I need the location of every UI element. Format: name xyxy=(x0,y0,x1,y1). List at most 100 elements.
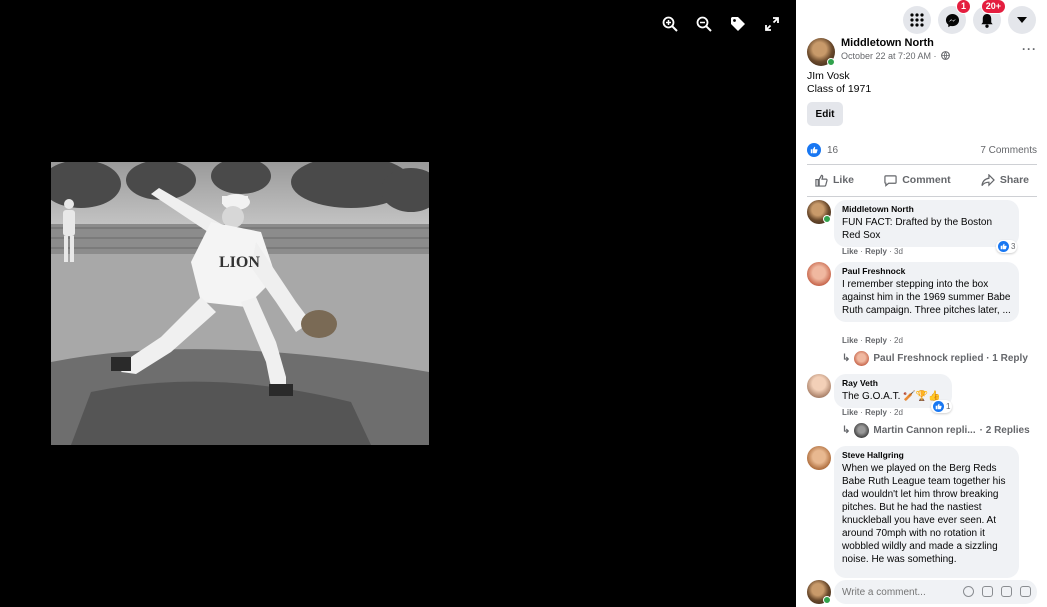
comment-like-link[interactable]: Like xyxy=(842,336,858,345)
comment-author[interactable]: Middletown North xyxy=(842,204,1011,214)
reaction-count: 1 xyxy=(946,402,951,411)
avatar xyxy=(854,351,870,366)
top-bar: 1 20+ xyxy=(796,0,1047,40)
divider xyxy=(807,196,1037,197)
messenger-icon xyxy=(945,13,959,27)
comment-reactions[interactable]: 1 xyxy=(931,400,953,413)
share-button[interactable]: Share xyxy=(973,170,1037,191)
comment-item: Steve Hallgring When we played on the Be… xyxy=(807,446,1037,578)
fullscreen-icon[interactable] xyxy=(762,14,782,34)
comment-author[interactable]: Steve Hallgring xyxy=(842,450,1011,460)
composer-icons xyxy=(963,586,1031,597)
replies-count: · 2 Replies xyxy=(979,425,1030,436)
comment-button[interactable]: Comment xyxy=(876,170,958,191)
photo-viewer: LION xyxy=(0,0,796,607)
like-reaction-icon xyxy=(933,401,944,412)
comment-reply-link[interactable]: Reply xyxy=(865,247,887,256)
comment-author[interactable]: Paul Freshnock xyxy=(842,266,1011,276)
comment-label: Comment xyxy=(902,174,951,186)
svg-text:LION: LION xyxy=(219,254,260,271)
sticker-icon[interactable] xyxy=(1020,586,1031,597)
avatar[interactable] xyxy=(807,374,831,398)
zoom-in-icon[interactable] xyxy=(660,14,680,34)
globe-icon xyxy=(941,51,950,60)
online-indicator xyxy=(823,596,831,604)
comment-time[interactable]: 3d xyxy=(894,247,903,256)
comment-bubble: Paul Freshnock I remember stepping into … xyxy=(834,262,1019,322)
replies-text: Paul Freshnock replied · 1 Reply xyxy=(873,353,1028,364)
comment-item: Middletown North FUN FACT: Drafted by th… xyxy=(807,200,1037,260)
comment-composer xyxy=(807,579,1037,605)
comment-meta: Like · Reply · 2d xyxy=(842,336,903,345)
comment-icon xyxy=(884,174,897,187)
notifications-badge: 20+ xyxy=(980,0,1006,14)
online-indicator xyxy=(827,58,835,66)
post-header: Middletown North October 22 at 7:20 AM ·… xyxy=(807,36,1037,66)
comment-text: FUN FACT: Drafted by the Boston Red Sox xyxy=(842,217,993,241)
comment-text: When we played on the Berg Reds Babe Rut… xyxy=(842,463,1006,565)
pitcher-photo-illustration: LION xyxy=(51,162,429,445)
viewer-toolbar xyxy=(660,14,782,34)
comment-reactions[interactable]: 3 xyxy=(996,240,1018,253)
post-stats: 16 7 Comments xyxy=(807,143,1037,159)
avatar[interactable] xyxy=(807,446,831,470)
bell-icon xyxy=(981,13,993,28)
page-name[interactable]: Middletown North xyxy=(841,37,934,49)
divider xyxy=(807,164,1037,165)
reply-arrow-icon: ↳ xyxy=(842,425,851,436)
like-button[interactable]: Like xyxy=(807,170,862,191)
reaction-count: 3 xyxy=(1011,242,1016,251)
comment-like-link[interactable]: Like xyxy=(842,247,858,256)
messenger-badge: 1 xyxy=(955,0,971,14)
comment-bubble: Steve Hallgring When we played on the Be… xyxy=(834,446,1019,578)
avatar xyxy=(854,423,870,438)
menu-button[interactable] xyxy=(903,6,931,34)
comment-like-link[interactable]: Like xyxy=(842,408,858,417)
account-menu-button[interactable] xyxy=(1008,6,1036,34)
post-photo[interactable]: LION xyxy=(51,162,429,445)
caret-down-icon xyxy=(1017,17,1027,23)
tag-icon[interactable] xyxy=(728,14,748,34)
post-actions: Like Comment Share xyxy=(807,167,1037,193)
camera-icon[interactable] xyxy=(982,586,993,597)
emoji-icon[interactable] xyxy=(963,586,974,597)
post-options-button[interactable]: ··· xyxy=(1022,42,1037,56)
comment-reply-link[interactable]: Reply xyxy=(865,408,887,417)
comment-count[interactable]: 7 Comments xyxy=(980,145,1037,156)
thumbs-up-icon xyxy=(815,174,828,187)
grid-icon xyxy=(910,13,924,27)
like-count[interactable]: 16 xyxy=(827,145,838,156)
comment-item: Ray Veth The G.O.A.T. 🏏🏆👍 1 Like · Reply… xyxy=(807,374,1037,444)
edit-button[interactable]: Edit xyxy=(807,102,843,126)
zoom-out-icon[interactable] xyxy=(694,14,714,34)
comment-time[interactable]: 2d xyxy=(894,336,903,345)
caption-line-1: JIm Vosk xyxy=(807,70,850,82)
comment-text: I remember stepping into the box against… xyxy=(842,279,1011,316)
like-reaction-icon xyxy=(998,241,1009,252)
share-icon xyxy=(981,173,995,187)
post-timestamp[interactable]: October 22 at 7:20 AM · xyxy=(841,51,950,61)
caption-line-2: Class of 1971 xyxy=(807,83,872,95)
like-reaction-icon[interactable] xyxy=(807,143,821,157)
comment-text: The G.O.A.T. 🏏🏆👍 xyxy=(842,391,941,402)
comment-reply-link[interactable]: Reply xyxy=(865,336,887,345)
reply-arrow-icon: ↳ xyxy=(842,353,851,364)
post-side-panel: 1 20+ Middletown North October 22 at 7:2… xyxy=(796,0,1047,607)
comment-meta: Like · Reply · 3d xyxy=(842,247,903,256)
view-replies-link[interactable]: ↳ Martin Cannon repli... · 2 Replies xyxy=(842,423,1030,438)
online-indicator xyxy=(823,215,831,223)
comment-time[interactable]: 2d xyxy=(894,408,903,417)
view-replies-link[interactable]: ↳ Paul Freshnock replied · 1 Reply xyxy=(842,351,1028,366)
share-label: Share xyxy=(999,174,1029,186)
comment-author[interactable]: Ray Veth xyxy=(842,378,944,388)
post-date-text: October 22 at 7:20 AM · xyxy=(841,51,937,61)
comment-meta: Like · Reply · 2d xyxy=(842,408,903,417)
like-label: Like xyxy=(833,174,855,186)
comment-bubble: Middletown North FUN FACT: Drafted by th… xyxy=(834,200,1019,247)
notifications-button[interactable]: 20+ xyxy=(973,0,1006,34)
gif-icon[interactable] xyxy=(1001,586,1012,597)
messenger-button[interactable]: 1 xyxy=(938,0,971,34)
replies-name: Martin Cannon repli... xyxy=(873,425,976,436)
post-caption: JIm Vosk Class of 1971 xyxy=(807,70,871,96)
avatar[interactable] xyxy=(807,262,831,286)
